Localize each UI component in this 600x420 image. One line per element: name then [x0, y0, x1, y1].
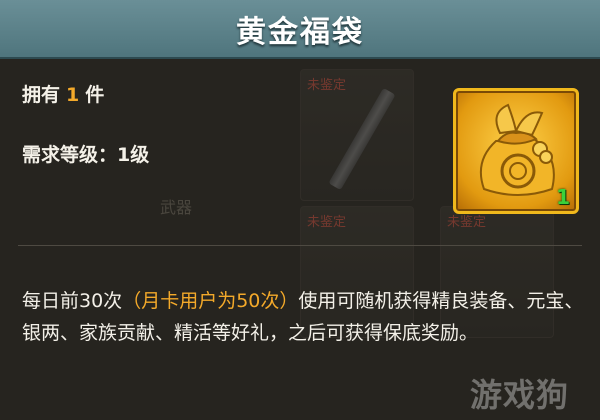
- item-slot[interactable]: 1: [453, 88, 579, 214]
- item-stack-count: 1: [556, 185, 570, 209]
- level-requirement: 需求等级：1级: [22, 144, 150, 166]
- watermark: 游戏狗: [470, 376, 570, 414]
- description-highlight: （月卡用户为50次）: [122, 290, 299, 312]
- divider: [18, 245, 582, 246]
- description-text: 每日前30次: [22, 290, 123, 312]
- owned-count: 拥有 1 件: [22, 80, 104, 107]
- title-bar: 黄金福袋: [0, 0, 600, 59]
- background-label: 武器: [160, 198, 193, 217]
- slot-tag: 未鉴定: [307, 78, 347, 93]
- owned-suffix: 件: [85, 84, 105, 106]
- item-description: 每日前30次（月卡用户为50次）使用可随机获得精良装备、元宝、银两、家族贡献、精…: [22, 285, 587, 349]
- item-title: 黄金福袋: [236, 14, 364, 50]
- owned-number: 1: [66, 84, 80, 106]
- slot-tag: 未鉴定: [307, 215, 347, 230]
- owned-prefix: 拥有: [22, 84, 61, 106]
